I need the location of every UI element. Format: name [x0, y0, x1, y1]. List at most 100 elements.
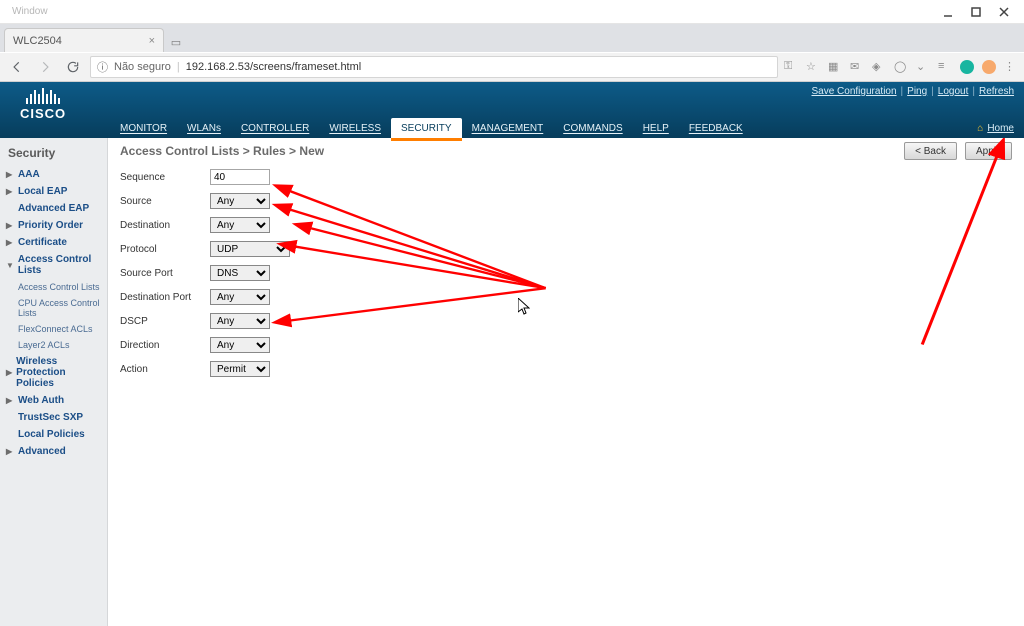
brand-text: CISCO	[20, 106, 66, 121]
nav-item-wlans[interactable]: WLANs	[177, 118, 231, 138]
logout-link[interactable]: Logout	[938, 86, 969, 97]
caret-right-icon: ▶	[6, 396, 14, 405]
direction-label: Direction	[120, 340, 210, 351]
sidebar-item-label: Local Policies	[18, 429, 85, 440]
sidebar-item-label: Priority Order	[18, 220, 83, 231]
profile-avatar[interactable]	[960, 60, 974, 74]
nav-item-wireless[interactable]: WIRELESS	[319, 118, 391, 138]
breadcrumb: Access Control Lists > Rules > New	[120, 144, 1012, 158]
destination-label: Destination	[120, 220, 210, 231]
nav-item-help[interactable]: HELP	[633, 118, 679, 138]
direction-select[interactable]: Any	[210, 337, 270, 353]
nav-item-commands[interactable]: COMMANDS	[553, 118, 632, 138]
apply-button[interactable]: Apply	[965, 142, 1012, 160]
home-link[interactable]: ⌂ Home	[977, 123, 1014, 134]
caret-right-icon: ▶	[6, 368, 12, 377]
sequence-input[interactable]	[210, 169, 270, 185]
sidebar-item[interactable]: TrustSec SXP	[4, 409, 103, 426]
sidebar: Security ▶AAA▶Local EAPAdvanced EAP▶Prio…	[0, 138, 108, 626]
browser-tab-strip: WLC2504 × ▭	[0, 24, 1024, 52]
sidebar-item-label: Access Control Lists	[18, 254, 101, 276]
action-label: Action	[120, 364, 210, 375]
sidebar-subitem[interactable]: Access Control Lists	[4, 279, 103, 295]
nav-item-monitor[interactable]: MONITOR	[110, 118, 177, 138]
star-icon[interactable]: ☆	[806, 60, 820, 74]
nav-item-management[interactable]: MANAGEMENT	[462, 118, 554, 138]
sidebar-item[interactable]: Local Policies	[4, 426, 103, 443]
sidebar-item[interactable]: ▶Certificate	[4, 234, 103, 251]
cisco-logo: CISCO	[20, 88, 66, 121]
sidebar-item[interactable]: ▶ Web Auth	[4, 392, 103, 409]
menu2-icon[interactable]: ≡	[938, 60, 952, 74]
mouse-cursor-icon	[518, 298, 530, 316]
sidebar-item[interactable]: ▶ Priority Order	[4, 217, 103, 234]
header-utility-links: Save Configuration| Ping| Logout| Refres…	[811, 86, 1014, 97]
window-titlebar: Window	[0, 0, 1024, 24]
extension-avatar[interactable]	[982, 60, 996, 74]
browser-toolbar: ⓘ Não seguro | 192.168.2.53/screens/fram…	[0, 52, 1024, 82]
caret-right-icon: ▶	[6, 187, 14, 196]
refresh-link[interactable]: Refresh	[979, 86, 1014, 97]
destination-port-select[interactable]: Any	[210, 289, 270, 305]
sidebar-item-label: Certificate	[18, 237, 67, 248]
circle-icon[interactable]: ◯	[894, 60, 908, 74]
security-status: Não seguro	[114, 61, 171, 73]
tag-icon[interactable]: ◈	[872, 60, 886, 74]
sidebar-item[interactable]: ▶Wireless Protection Policies	[4, 353, 103, 392]
key-icon[interactable]: ⚿	[784, 60, 798, 74]
sidebar-item-label: TrustSec SXP	[18, 412, 83, 423]
address-bar[interactable]: ⓘ Não seguro | 192.168.2.53/screens/fram…	[90, 56, 778, 78]
sidebar-subitem[interactable]: FlexConnect ACLs	[4, 321, 103, 337]
caret-right-icon: ▶	[6, 221, 14, 230]
caret-right-icon: ▶	[6, 170, 14, 179]
nav-item-feedback[interactable]: FEEDBACK	[679, 118, 753, 138]
back-button[interactable]: < Back	[904, 142, 957, 160]
mail-icon[interactable]: ✉	[850, 60, 864, 74]
sidebar-subitem[interactable]: CPU Access Control Lists	[4, 295, 103, 321]
destination-select[interactable]: Any	[210, 217, 270, 233]
nav-item-controller[interactable]: CONTROLLER	[231, 118, 319, 138]
dscp-label: DSCP	[120, 316, 210, 327]
caret-down-icon: ▼	[6, 261, 14, 270]
source-port-select[interactable]: DNS	[210, 265, 270, 281]
source-port-label: Source Port	[120, 268, 210, 279]
sidebar-item-label: Advanced	[18, 446, 66, 457]
tab-title: WLC2504	[13, 35, 62, 47]
sidebar-item-label: Advanced EAP	[18, 203, 89, 214]
main-nav: MONITORWLANsCONTROLLERWIRELESSSECURITYMA…	[110, 118, 753, 138]
nav-reload-button[interactable]	[62, 56, 84, 78]
sidebar-title: Security	[4, 144, 103, 166]
window-minimize-button[interactable]	[934, 3, 962, 21]
tab-close-icon[interactable]: ×	[149, 35, 155, 47]
dscp-select[interactable]: Any	[210, 313, 270, 329]
protocol-label: Protocol	[120, 244, 210, 255]
caret-right-icon: ▶	[6, 447, 14, 456]
nav-back-button[interactable]	[6, 56, 28, 78]
action-select[interactable]: Permit	[210, 361, 270, 377]
window-owner-label: Window	[6, 6, 934, 17]
kebab-menu-icon[interactable]: ⋮	[1004, 60, 1018, 74]
save-config-link[interactable]: Save Configuration	[811, 86, 896, 97]
grid-icon[interactable]: ▦	[828, 60, 842, 74]
source-select[interactable]: Any	[210, 193, 270, 209]
nav-forward-button[interactable]	[34, 56, 56, 78]
sidebar-item[interactable]: ▶ Advanced	[4, 443, 103, 460]
protocol-select[interactable]: UDP	[210, 241, 290, 257]
destination-port-label: Destination Port	[120, 292, 210, 303]
sidebar-item-label: Web Auth	[18, 395, 64, 406]
sidebar-item[interactable]: Advanced EAP	[4, 200, 103, 217]
url-text: 192.168.2.53/screens/frameset.html	[186, 61, 361, 73]
sidebar-item[interactable]: ▶AAA	[4, 166, 103, 183]
sidebar-item[interactable]: ▶ Local EAP	[4, 183, 103, 200]
new-tab-button[interactable]: ▭	[164, 32, 188, 52]
sequence-label: Sequence	[120, 172, 210, 183]
window-maximize-button[interactable]	[962, 3, 990, 21]
nav-item-security[interactable]: SECURITY	[391, 118, 462, 138]
pocket-icon[interactable]: ⌄	[916, 60, 930, 74]
sidebar-item-label: Local EAP	[18, 186, 67, 197]
sidebar-item[interactable]: ▼ Access Control Lists	[4, 251, 103, 279]
window-close-button[interactable]	[990, 3, 1018, 21]
ping-link[interactable]: Ping	[907, 86, 927, 97]
sidebar-subitem[interactable]: Layer2 ACLs	[4, 337, 103, 353]
browser-tab[interactable]: WLC2504 ×	[4, 28, 164, 52]
